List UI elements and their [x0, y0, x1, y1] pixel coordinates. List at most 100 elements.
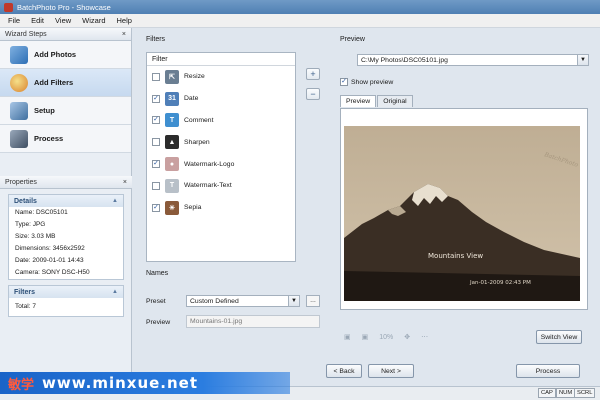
filter-checkbox[interactable]: ✓ [152, 116, 160, 125]
num-indicator: NUM [556, 388, 576, 398]
filter-checkbox[interactable] [152, 181, 160, 190]
title-bar: BatchPhoto Pro - Showcase [0, 0, 600, 14]
left-panel: Wizard Steps × Add Photos Add Filters Se… [0, 28, 132, 378]
detail-camera: Camera: SONY DSC-H50 [15, 269, 90, 276]
menu-bar: File Edit View Wizard Help [0, 14, 600, 28]
back-button[interactable]: < Back [326, 364, 362, 378]
step-process[interactable]: Process [0, 125, 131, 153]
app-icon [4, 2, 13, 12]
filter-item-date[interactable]: ✓ 31 Date [147, 88, 295, 110]
menu-wizard[interactable]: Wizard [82, 16, 105, 25]
filter-list-header: Filter [147, 53, 295, 66]
collapse-chevron-icon[interactable]: ▲ [112, 198, 118, 204]
step-label: Add Photos [34, 50, 77, 59]
collapse-chevron-icon[interactable]: ▲ [112, 289, 118, 295]
process-icon [10, 129, 28, 148]
filter-name: Resize [184, 73, 205, 81]
window-title: BatchPhoto Pro - Showcase [17, 2, 111, 12]
menu-edit[interactable]: Edit [31, 16, 44, 25]
date-icon: 31 [165, 91, 179, 106]
fit-icon[interactable]: ▣ [362, 333, 369, 341]
detail-size: Size: 3.03 MB [15, 233, 56, 240]
step-label: Add Filters [34, 78, 74, 87]
filter-item-comment[interactable]: ✓ T Comment [147, 110, 295, 132]
scroll-indicator: SCRL [574, 388, 596, 398]
preview-photo: Mountains View Jan-01-2009 02:43 PM Batc… [344, 126, 580, 301]
zoom-level: 10% [379, 333, 394, 341]
filter-name: Watermark-Text [184, 182, 232, 190]
properties-panel: Properties × Details ▲ Name: DSC05101 Ty… [0, 176, 132, 322]
tab-preview[interactable]: Preview [340, 95, 377, 107]
filter-name: Sepia [184, 204, 202, 212]
preset-edit-button[interactable]: … [306, 295, 320, 307]
filter-checkbox[interactable] [152, 72, 160, 81]
step-add-filters[interactable]: Add Filters [0, 69, 131, 97]
name-preview-label: Preview [146, 319, 171, 326]
add-photos-icon [10, 45, 28, 64]
chevron-down-icon[interactable]: ▼ [577, 55, 588, 65]
preview-path-select[interactable]: C:\My Photos\DSC05101.jpg ▼ [357, 54, 589, 66]
show-preview-toggle[interactable]: ✓ Show preview [340, 78, 393, 86]
chevron-down-icon[interactable]: ▼ [288, 296, 299, 306]
filter-name: Comment [184, 116, 214, 124]
preset-value: Custom Defined [190, 297, 239, 305]
step-setup[interactable]: Setup [0, 97, 131, 125]
filter-item-sepia[interactable]: ✓ ☀ Sepia [147, 197, 295, 219]
filter-checkbox[interactable]: ✓ [152, 160, 160, 169]
filter-list[interactable]: Filter ⇱ Resize ✓ 31 Date ✓ T Comment ▲ … [146, 52, 296, 262]
details-box: Details ▲ Name: DSC05101 Type: JPG Size:… [8, 194, 124, 280]
step-label: Setup [34, 106, 55, 115]
more-icon[interactable]: ⋯ [421, 333, 428, 341]
pan-icon[interactable]: ✥ [404, 333, 410, 341]
filter-item-watermark-text[interactable]: T Watermark-Text [147, 175, 295, 197]
menu-file[interactable]: File [8, 16, 20, 25]
details-header[interactable]: Details ▲ [9, 195, 123, 207]
filter-checkbox[interactable] [152, 138, 160, 147]
preview-section-label: Preview [340, 36, 365, 43]
close-icon[interactable]: × [123, 179, 127, 186]
filter-item-watermark-logo[interactable]: ✓ ● Watermark-Logo [147, 153, 295, 175]
wizard-steps-header: Wizard Steps × [0, 28, 131, 41]
filter-name: Sharpen [184, 138, 210, 146]
filters-summary-header[interactable]: Filters ▲ [9, 286, 123, 298]
detail-name: Name: DSC05101 [15, 209, 68, 216]
next-button[interactable]: Next > [368, 364, 414, 378]
step-add-photos[interactable]: Add Photos [0, 41, 131, 69]
watermark-logo: 敏学 [8, 377, 35, 393]
filters-summary-title: Filters [14, 288, 36, 296]
preview-path-value: C:\My Photos\DSC05101.jpg [361, 56, 448, 64]
details-title: Details [14, 197, 37, 205]
watermark-logo-icon: ● [165, 157, 179, 172]
add-filter-button[interactable]: + [306, 68, 320, 80]
properties-header: Properties × [0, 176, 132, 189]
remove-filter-button[interactable]: − [306, 88, 320, 100]
show-preview-checkbox[interactable]: ✓ [340, 78, 348, 86]
process-button[interactable]: Process [516, 364, 580, 378]
preset-select[interactable]: Custom Defined ▼ [186, 295, 300, 307]
menu-view[interactable]: View [55, 16, 71, 25]
step-label: Process [34, 134, 64, 143]
names-section-label: Names [146, 270, 169, 277]
comment-icon: T [165, 113, 179, 128]
filters-total: Total: 7 [15, 303, 36, 310]
filter-checkbox[interactable]: ✓ [152, 203, 160, 212]
detail-type: Type: JPG [15, 221, 46, 228]
filter-item-sharpen[interactable]: ▲ Sharpen [147, 131, 295, 153]
tab-original[interactable]: Original [377, 95, 413, 107]
menu-help[interactable]: Help [117, 16, 132, 25]
resize-icon: ⇱ [165, 69, 179, 84]
switch-view-button[interactable]: Switch View [536, 330, 582, 344]
watermark-text-icon: T [165, 178, 179, 193]
sharpen-icon: ▲ [165, 135, 179, 150]
close-icon[interactable]: × [122, 31, 126, 38]
zoom-out-icon[interactable]: ▣ [344, 333, 351, 341]
filters-summary-box: Filters ▲ Total: 7 [8, 285, 124, 317]
filter-checkbox[interactable]: ✓ [152, 94, 160, 103]
caps-indicator: CAP [538, 388, 556, 398]
filter-item-resize[interactable]: ⇱ Resize [147, 66, 295, 88]
sepia-icon: ☀ [165, 200, 179, 215]
add-filters-icon [10, 73, 28, 92]
photo-caption: Mountains View [428, 252, 483, 260]
wizard-steps-title: Wizard Steps [5, 30, 47, 38]
detail-dimensions: Dimensions: 3456x2592 [15, 245, 85, 252]
